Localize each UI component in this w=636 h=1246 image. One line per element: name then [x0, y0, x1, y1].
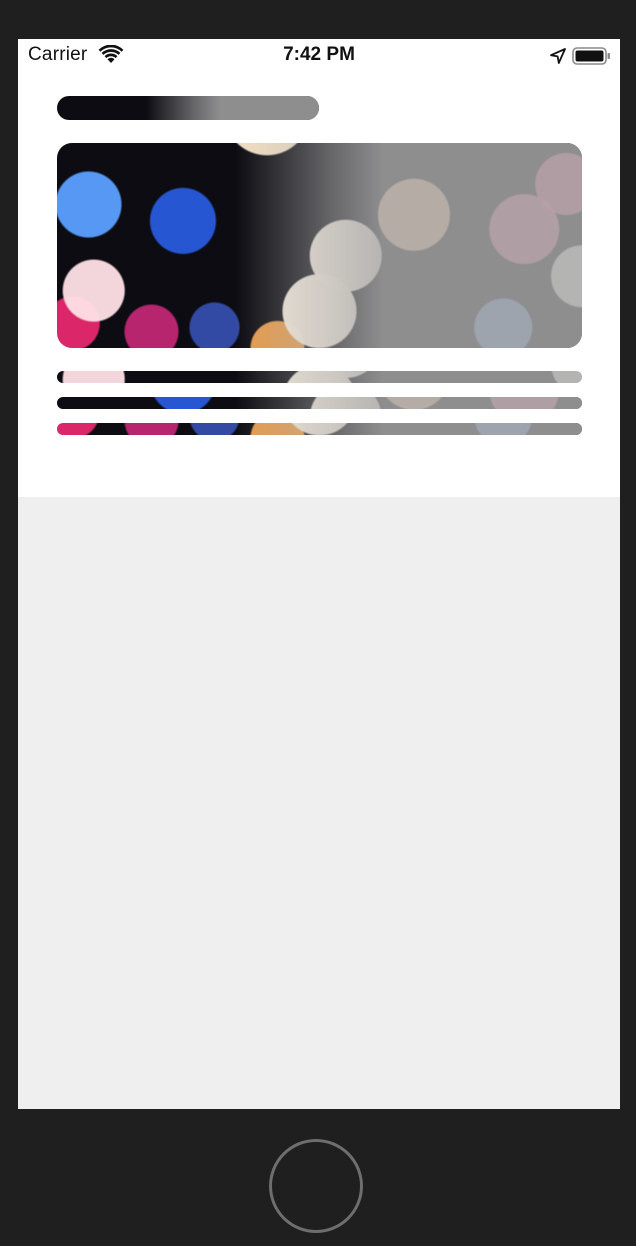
title-placeholder: [57, 96, 319, 120]
hero-image-placeholder: [57, 143, 582, 348]
home-button[interactable]: [269, 1139, 363, 1233]
device-frame: Carrier 7:42 PM: [0, 0, 636, 1246]
text-line-placeholder: [57, 397, 582, 409]
status-bar: Carrier 7:42 PM: [18, 39, 620, 73]
content-area: Carrier 7:42 PM: [18, 39, 620, 497]
text-line-placeholder: [57, 423, 582, 435]
status-time: 7:42 PM: [283, 44, 355, 65]
battery-icon: [572, 47, 610, 65]
text-line-placeholder: [57, 371, 582, 383]
screen: Carrier 7:42 PM: [18, 39, 620, 1109]
location-arrow-icon: [550, 48, 566, 64]
